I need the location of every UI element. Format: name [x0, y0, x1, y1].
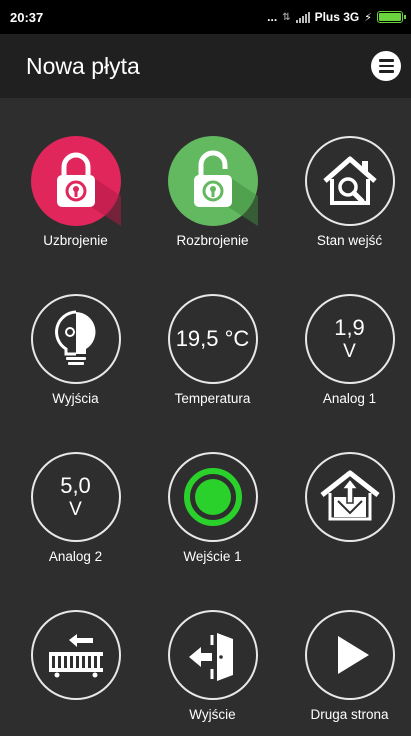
temperature-display: 19,5 °C	[167, 294, 258, 384]
status-time: 20:37	[10, 9, 44, 25]
house-search-icon	[304, 136, 395, 226]
tile-druga-strona[interactable]: Druga strona	[281, 572, 411, 730]
house-arrows-icon	[304, 452, 395, 542]
status-carrier: Plus 3G	[314, 10, 360, 24]
status-dots: ...	[267, 10, 278, 24]
exit-door-icon	[167, 610, 258, 700]
analog-2-display: 5,0 V	[30, 452, 121, 542]
bulb-icon	[30, 294, 121, 384]
gate-arrow-icon	[30, 610, 121, 700]
tile-label: Druga strona	[310, 707, 389, 722]
page-title: Nowa płyta	[26, 52, 140, 79]
app-bar: Nowa płyta	[0, 34, 411, 98]
tile-label: Stan wejść	[316, 233, 383, 248]
lock-open-icon	[167, 136, 258, 226]
tile-label: Rozbrojenie	[176, 233, 249, 248]
analog-1-value: 1,9	[334, 315, 365, 341]
hamburger-icon	[378, 59, 394, 62]
tile-gate[interactable]	[7, 572, 144, 730]
tile-analog-1[interactable]: 1,9 V Analog 1	[281, 256, 411, 414]
play-icon	[304, 610, 395, 700]
tile-house-arrows[interactable]	[281, 414, 411, 572]
temperature-value: 19,5 °C	[175, 326, 250, 352]
analog-2-value: 5,0	[60, 473, 91, 499]
green-dot-icon	[167, 452, 258, 542]
analog-1-unit: V	[343, 340, 356, 362]
tile-label: Wyjście	[189, 707, 236, 722]
tile-label: Analog 2	[48, 549, 103, 564]
tile-stan-wejsc[interactable]: Stan wejść	[281, 98, 411, 256]
tile-label: Temperatura	[174, 391, 251, 406]
charging-icon: ⚡	[364, 11, 372, 24]
tile-uzbrojenie[interactable]: Uzbrojenie	[7, 98, 144, 256]
tile-label: Wejście 1	[183, 549, 242, 564]
tile-label: Analog 1	[322, 391, 377, 406]
tile-grid: Uzbrojenie Rozbrojenie Stan wejść Wyjści…	[0, 98, 411, 736]
tile-analog-2[interactable]: 5,0 V Analog 2	[7, 414, 144, 572]
analog-2-unit: V	[69, 498, 82, 520]
battery-fill	[379, 13, 401, 21]
tile-temperatura[interactable]: 19,5 °C Temperatura	[144, 256, 281, 414]
tile-wyjscie[interactable]: Wyjście	[144, 572, 281, 730]
tile-rozbrojenie[interactable]: Rozbrojenie	[144, 98, 281, 256]
menu-button[interactable]	[371, 51, 401, 81]
tile-label: Wyjścia	[52, 391, 99, 406]
battery-icon	[377, 11, 406, 23]
status-right: ... ⇅ Plus 3G ⚡	[267, 10, 406, 24]
lock-closed-icon	[30, 136, 121, 226]
tile-label: Uzbrojenie	[43, 233, 108, 248]
tile-wejscie-1[interactable]: Wejście 1	[144, 414, 281, 572]
status-bar: 20:37 ... ⇅ Plus 3G ⚡	[0, 0, 411, 34]
signal-icon	[295, 11, 310, 23]
data-arrows-icon: ⇅	[282, 11, 291, 23]
tile-wyjscia[interactable]: Wyjścia	[7, 256, 144, 414]
analog-1-display: 1,9 V	[304, 294, 395, 384]
